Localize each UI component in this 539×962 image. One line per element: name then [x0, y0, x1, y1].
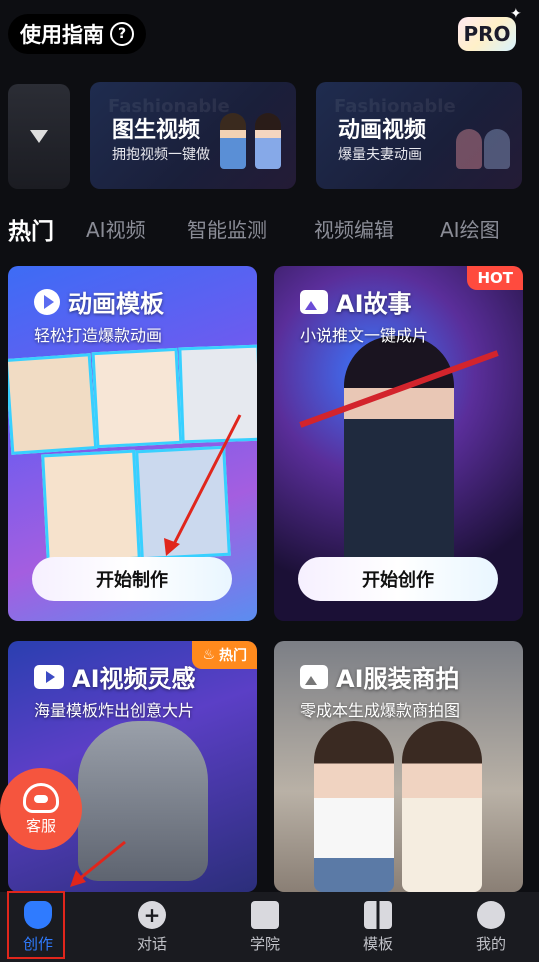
- character-illustration: [456, 129, 482, 169]
- nav-template[interactable]: 模板: [348, 892, 408, 962]
- card-desc: 小说推文一键成片: [300, 326, 429, 345]
- image-icon: [300, 664, 328, 689]
- character-illustration: [220, 113, 246, 169]
- image-icon: [300, 289, 328, 314]
- feature-subtitle: 拥抱视频一键做: [112, 147, 210, 163]
- sparkle-icon: ✦: [510, 6, 522, 22]
- tab-hot[interactable]: 热门: [8, 212, 54, 246]
- nav-chat[interactable]: + 对话: [122, 892, 182, 962]
- start-making-button[interactable]: 开始制作: [32, 557, 232, 601]
- nav-profile[interactable]: 我的: [461, 892, 521, 962]
- nav-label: 学院: [249, 934, 280, 953]
- feature-card-image-to-video[interactable]: Fashionable 图生视频 拥抱视频一键做: [90, 82, 296, 189]
- model-illustration: [314, 721, 394, 892]
- character-illustration: [255, 113, 281, 169]
- category-tabs: 热门 AI视频 智能监测 视频编辑 AI绘图: [0, 210, 539, 250]
- card-ai-fashion-shoot[interactable]: AI服装商拍 零成本生成爆款商拍图: [274, 641, 523, 892]
- card-title: 动画模板: [34, 284, 164, 319]
- nav-academy[interactable]: 学院: [235, 892, 295, 962]
- feature-title: 动画视频: [338, 118, 427, 143]
- feature-subtitle: 爆量夫妻动画: [338, 147, 422, 163]
- guide-button[interactable]: 使用指南 ?: [8, 14, 146, 54]
- card-desc: 轻松打造爆款动画: [34, 326, 163, 345]
- customer-service-button[interactable]: 客服: [0, 768, 82, 850]
- question-circle-icon: ?: [110, 22, 134, 46]
- tab-smart-monitor[interactable]: 智能监测: [187, 214, 267, 243]
- cat-illustration: [78, 721, 208, 881]
- card-title: AI服装商拍: [300, 659, 460, 694]
- customer-service-label: 客服: [25, 816, 56, 835]
- fire-icon: ♨: [202, 647, 215, 663]
- profile-icon: [477, 900, 505, 929]
- headset-icon: [23, 782, 59, 813]
- video-icon: [34, 664, 64, 689]
- card-ai-story[interactable]: HOT AI故事 小说推文一键成片 开始创作: [274, 266, 523, 621]
- card-desc: 零成本生成爆款商拍图: [300, 701, 461, 720]
- play-icon: [34, 288, 60, 315]
- card-title: AI视频灵感: [34, 659, 196, 694]
- chat-plus-icon: +: [138, 900, 166, 929]
- character-illustration: [484, 129, 510, 169]
- model-illustration: [402, 721, 482, 892]
- nav-label: 对话: [136, 934, 167, 953]
- tab-ai-drawing[interactable]: AI绘图: [440, 214, 500, 243]
- feature-title: 图生视频: [112, 118, 201, 143]
- nav-label: 我的: [475, 934, 506, 953]
- collapse-button[interactable]: [8, 84, 70, 189]
- card-desc: 海量模板炸出创意大片: [34, 701, 195, 720]
- comic-panels-illustration: [8, 344, 257, 565]
- tab-video-edit[interactable]: 视频编辑: [314, 214, 394, 243]
- card-animation-template[interactable]: 动画模板 轻松打造爆款动画 开始制作: [8, 266, 257, 621]
- feature-card-animation-video[interactable]: Fashionable 动画视频 爆量夫妻动画: [316, 82, 522, 189]
- guide-label: 使用指南: [20, 23, 104, 47]
- top-bar: 使用指南 ? PRO ✦: [0, 0, 539, 75]
- card-ai-video-inspiration[interactable]: ♨ 热门 AI视频灵感 海量模板炸出创意大片: [8, 641, 257, 892]
- hot-badge: HOT: [467, 266, 523, 290]
- trending-badge: ♨ 热门: [192, 641, 257, 669]
- card-title: AI故事: [300, 284, 412, 319]
- start-creating-button[interactable]: 开始创作: [298, 557, 498, 601]
- tab-ai-video[interactable]: AI视频: [86, 214, 146, 243]
- academy-icon: [251, 900, 279, 929]
- template-icon: [364, 900, 392, 929]
- nav-label: 模板: [362, 934, 393, 953]
- pro-badge[interactable]: PRO: [458, 17, 516, 51]
- highlight-box: [7, 891, 65, 959]
- bottom-navigation: 创作 + 对话 学院 模板 我的: [0, 892, 539, 962]
- triangle-down-icon: [30, 130, 48, 143]
